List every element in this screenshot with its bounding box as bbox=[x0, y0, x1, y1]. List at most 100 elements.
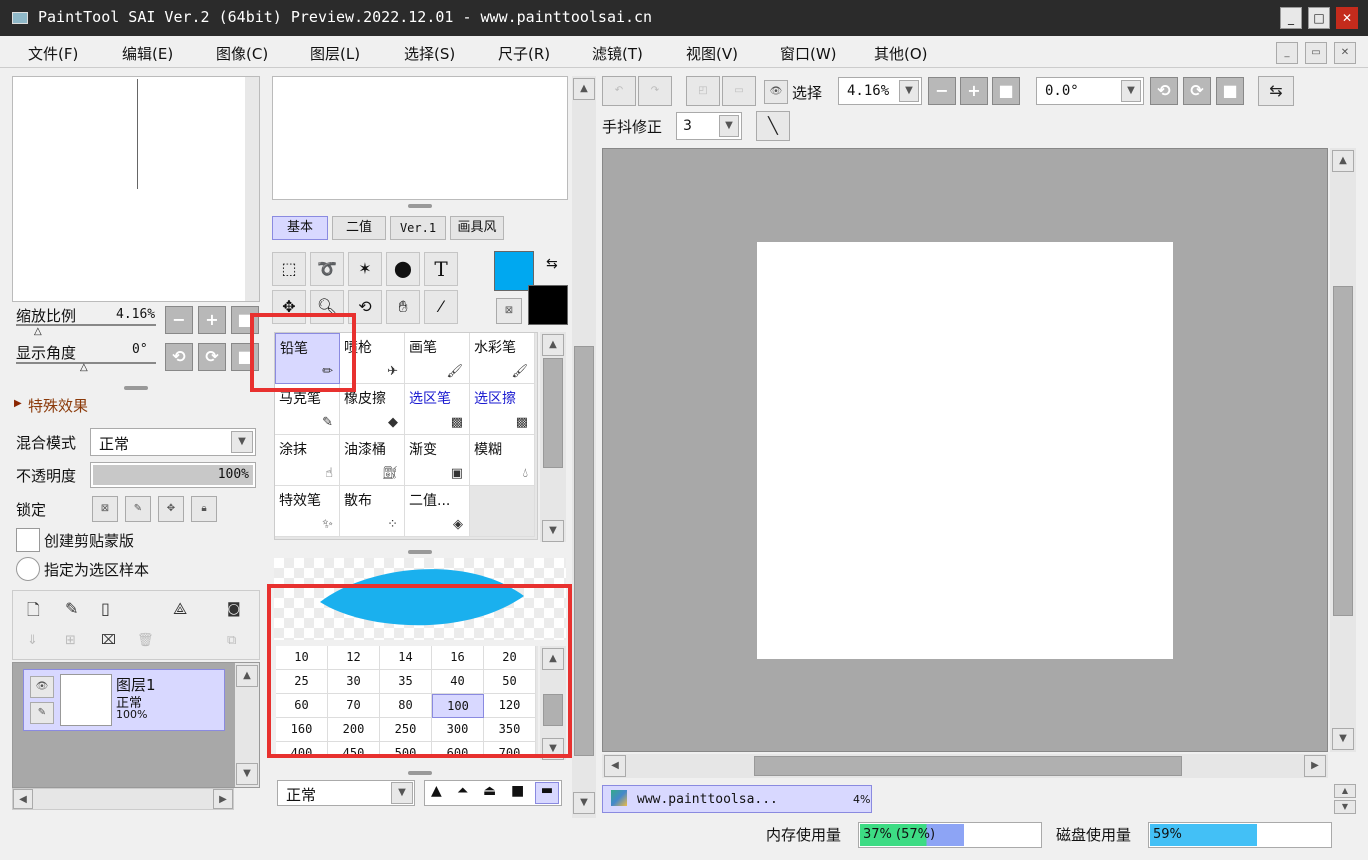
clear-layer-icon[interactable]: ⌧ bbox=[101, 633, 116, 648]
middle-scrollbar[interactable]: ▲ ▼ bbox=[572, 76, 596, 818]
chevron-down-icon[interactable]: ▼ bbox=[899, 80, 919, 102]
mask-icon[interactable]: ◙ bbox=[227, 601, 241, 617]
menu-ruler[interactable]: 尺子(R) bbox=[498, 43, 550, 64]
line-mode-icon[interactable]: ╲ bbox=[756, 111, 790, 141]
chevron-down-icon[interactable]: ▼ bbox=[719, 115, 739, 137]
shape-4-icon[interactable]: ■ bbox=[511, 783, 524, 799]
delete-layer-icon[interactable]: 🗑︎ bbox=[137, 633, 154, 648]
rotate-right-button[interactable]: ⟳ bbox=[198, 343, 226, 371]
edit-pencil-icon[interactable]: ✎ bbox=[30, 702, 54, 724]
new-folder-icon[interactable]: ▯ bbox=[101, 599, 110, 618]
tb-zoom-reset-button[interactable]: ■ bbox=[992, 77, 1020, 105]
selection-eye-icon[interactable]: 👁︎ bbox=[764, 80, 788, 104]
zoom-in-button[interactable]: + bbox=[198, 306, 226, 334]
canvas-vscroll[interactable]: ▲ ▼ bbox=[1330, 148, 1356, 752]
maximize-button[interactable]: □ bbox=[1308, 7, 1330, 29]
hand-icon[interactable]: ✋︎ bbox=[386, 290, 420, 324]
special-effects-label[interactable]: 特殊效果 bbox=[28, 395, 88, 416]
tb-zoom-in-button[interactable]: + bbox=[960, 77, 988, 105]
zoom-slider-handle[interactable]: △ bbox=[34, 326, 42, 337]
shape-icon[interactable]: ⬤ bbox=[386, 252, 420, 286]
shape-1-icon[interactable]: ▲ bbox=[431, 783, 442, 799]
clip-checkbox[interactable] bbox=[16, 528, 40, 552]
new-layer-icon[interactable]: 🗋︎ bbox=[27, 599, 40, 626]
panel-splitter[interactable] bbox=[124, 386, 148, 390]
canvas-area[interactable] bbox=[602, 148, 1328, 752]
visibility-eye-icon[interactable]: 👁︎ bbox=[30, 676, 54, 698]
brush-cell[interactable]: 画笔 🖌︎ bbox=[405, 333, 470, 384]
chevron-down-icon[interactable]: ▼ bbox=[231, 431, 253, 453]
shape-3-icon[interactable]: ⏏ bbox=[483, 783, 496, 799]
add-layer-icon[interactable]: ⊞ bbox=[65, 633, 76, 648]
menu-filter[interactable]: 滤镜(T) bbox=[592, 43, 643, 64]
brush-cell[interactable]: 油漆桶 ⛽︎ bbox=[340, 435, 405, 486]
angle-slider-handle[interactable]: △ bbox=[80, 362, 88, 373]
brush-cell[interactable]: 散布 ⁘ bbox=[340, 486, 405, 537]
navigator-scrollbar[interactable] bbox=[245, 77, 259, 301]
doc-close-button[interactable]: ✕ bbox=[1334, 42, 1356, 64]
brush-cell[interactable]: 模糊 💧︎ bbox=[470, 435, 535, 486]
expand-arrow-icon[interactable]: ▶ bbox=[14, 398, 22, 409]
tb-rotate-reset-button[interactable]: ■ bbox=[1216, 77, 1244, 105]
brush-cell[interactable]: 涂抹 ☝︎ bbox=[275, 435, 340, 486]
brush-cell[interactable]: 选区擦 ▩ bbox=[470, 384, 535, 435]
undo-button[interactable]: ↶ bbox=[602, 76, 636, 106]
doc-minimize-button[interactable]: _ bbox=[1276, 42, 1298, 64]
minimize-button[interactable]: _ bbox=[1280, 7, 1302, 29]
flip-horizontal-icon[interactable]: ⇆ bbox=[1258, 76, 1294, 106]
splitter-3[interactable] bbox=[408, 771, 432, 775]
lock-paint-icon[interactable]: ✎ bbox=[125, 496, 151, 522]
menu-window[interactable]: 窗口(W) bbox=[780, 43, 837, 64]
swap-colors-icon[interactable]: ⇆ bbox=[546, 256, 558, 272]
brush-cell[interactable]: 选区笔 ▩ bbox=[405, 384, 470, 435]
lasso-icon[interactable]: ➰ bbox=[310, 252, 344, 286]
select-all-button[interactable]: ◰ bbox=[686, 76, 720, 106]
canvas-hscroll[interactable]: ◀ ▶ bbox=[602, 754, 1328, 778]
rect-select-icon[interactable]: ⬚ bbox=[272, 252, 306, 286]
brush-cell[interactable]: 特效笔 ✨︎ bbox=[275, 486, 340, 537]
splitter-2[interactable] bbox=[408, 550, 432, 554]
tab-ver1[interactable]: Ver.1 bbox=[390, 216, 446, 240]
brush-cell[interactable]: 水彩笔 🖌︎ bbox=[470, 333, 535, 384]
redo-button[interactable]: ↷ bbox=[638, 76, 672, 106]
shape-5-icon[interactable]: ▬ bbox=[535, 782, 559, 804]
splitter-1[interactable] bbox=[408, 204, 432, 208]
lock-transparency-icon[interactable]: ⊠ bbox=[92, 496, 118, 522]
color-panel[interactable] bbox=[272, 76, 568, 200]
brush-cell[interactable]: 渐变 ▣ bbox=[405, 435, 470, 486]
lock-all-icon[interactable]: 🔒︎ bbox=[191, 496, 217, 522]
deselect-button[interactable]: ▭ bbox=[722, 76, 756, 106]
blend-mode-select[interactable]: 正常 ▼ bbox=[90, 428, 256, 456]
brush-cell[interactable] bbox=[470, 486, 535, 537]
tab-basic[interactable]: 基本 bbox=[272, 216, 328, 240]
document-tab[interactable]: www.painttoolsa... 4% bbox=[602, 785, 872, 813]
menu-layer[interactable]: 图层(L) bbox=[310, 43, 360, 64]
doc-restore-button[interactable]: ▭ bbox=[1305, 42, 1327, 64]
opacity-slider[interactable]: 100% bbox=[90, 462, 256, 488]
doc-list-down[interactable]: ▼ bbox=[1334, 800, 1356, 814]
chevron-down-icon[interactable]: ▼ bbox=[391, 782, 413, 804]
layer-list-scrollbar[interactable]: ▲ ▼ bbox=[235, 663, 259, 787]
magic-wand-icon[interactable]: ✶ bbox=[348, 252, 382, 286]
tb-rotate-left-button[interactable]: ⟲ bbox=[1150, 77, 1178, 105]
menu-view[interactable]: 视图(V) bbox=[686, 43, 738, 64]
brush-cell[interactable]: 二值... ◈ bbox=[405, 486, 470, 537]
sample-radio[interactable] bbox=[16, 557, 40, 581]
clip-label[interactable]: 创建剪贴蒙版 bbox=[44, 530, 134, 551]
zoom-out-button[interactable]: − bbox=[165, 306, 193, 334]
zoom-combo[interactable]: 4.16% ▼ bbox=[838, 77, 922, 105]
layer-item[interactable]: 👁︎ ✎ 图层1 正常 100% bbox=[23, 669, 225, 731]
layer-list-hscroll[interactable]: ◀ ▶ bbox=[12, 788, 234, 810]
tb-rotate-right-button[interactable]: ⟳ bbox=[1183, 77, 1211, 105]
sample-label[interactable]: 指定为选区样本 bbox=[44, 559, 149, 580]
menu-other[interactable]: 其他(O) bbox=[874, 43, 928, 64]
duplicate-icon[interactable]: ⧉ bbox=[227, 633, 236, 648]
brush-scrollbar[interactable]: ▲ ▼ bbox=[540, 332, 566, 542]
rotate-left-button[interactable]: ⟲ bbox=[165, 343, 193, 371]
brush-mode-select[interactable]: 正常 ▼ bbox=[277, 780, 415, 806]
menu-image[interactable]: 图像(C) bbox=[216, 43, 268, 64]
angle-combo[interactable]: 0.0° ▼ bbox=[1036, 77, 1144, 105]
doc-list-up[interactable]: ▲ bbox=[1334, 784, 1356, 798]
chevron-down-icon[interactable]: ▼ bbox=[1121, 80, 1141, 102]
close-button[interactable]: ✕ bbox=[1336, 7, 1358, 29]
